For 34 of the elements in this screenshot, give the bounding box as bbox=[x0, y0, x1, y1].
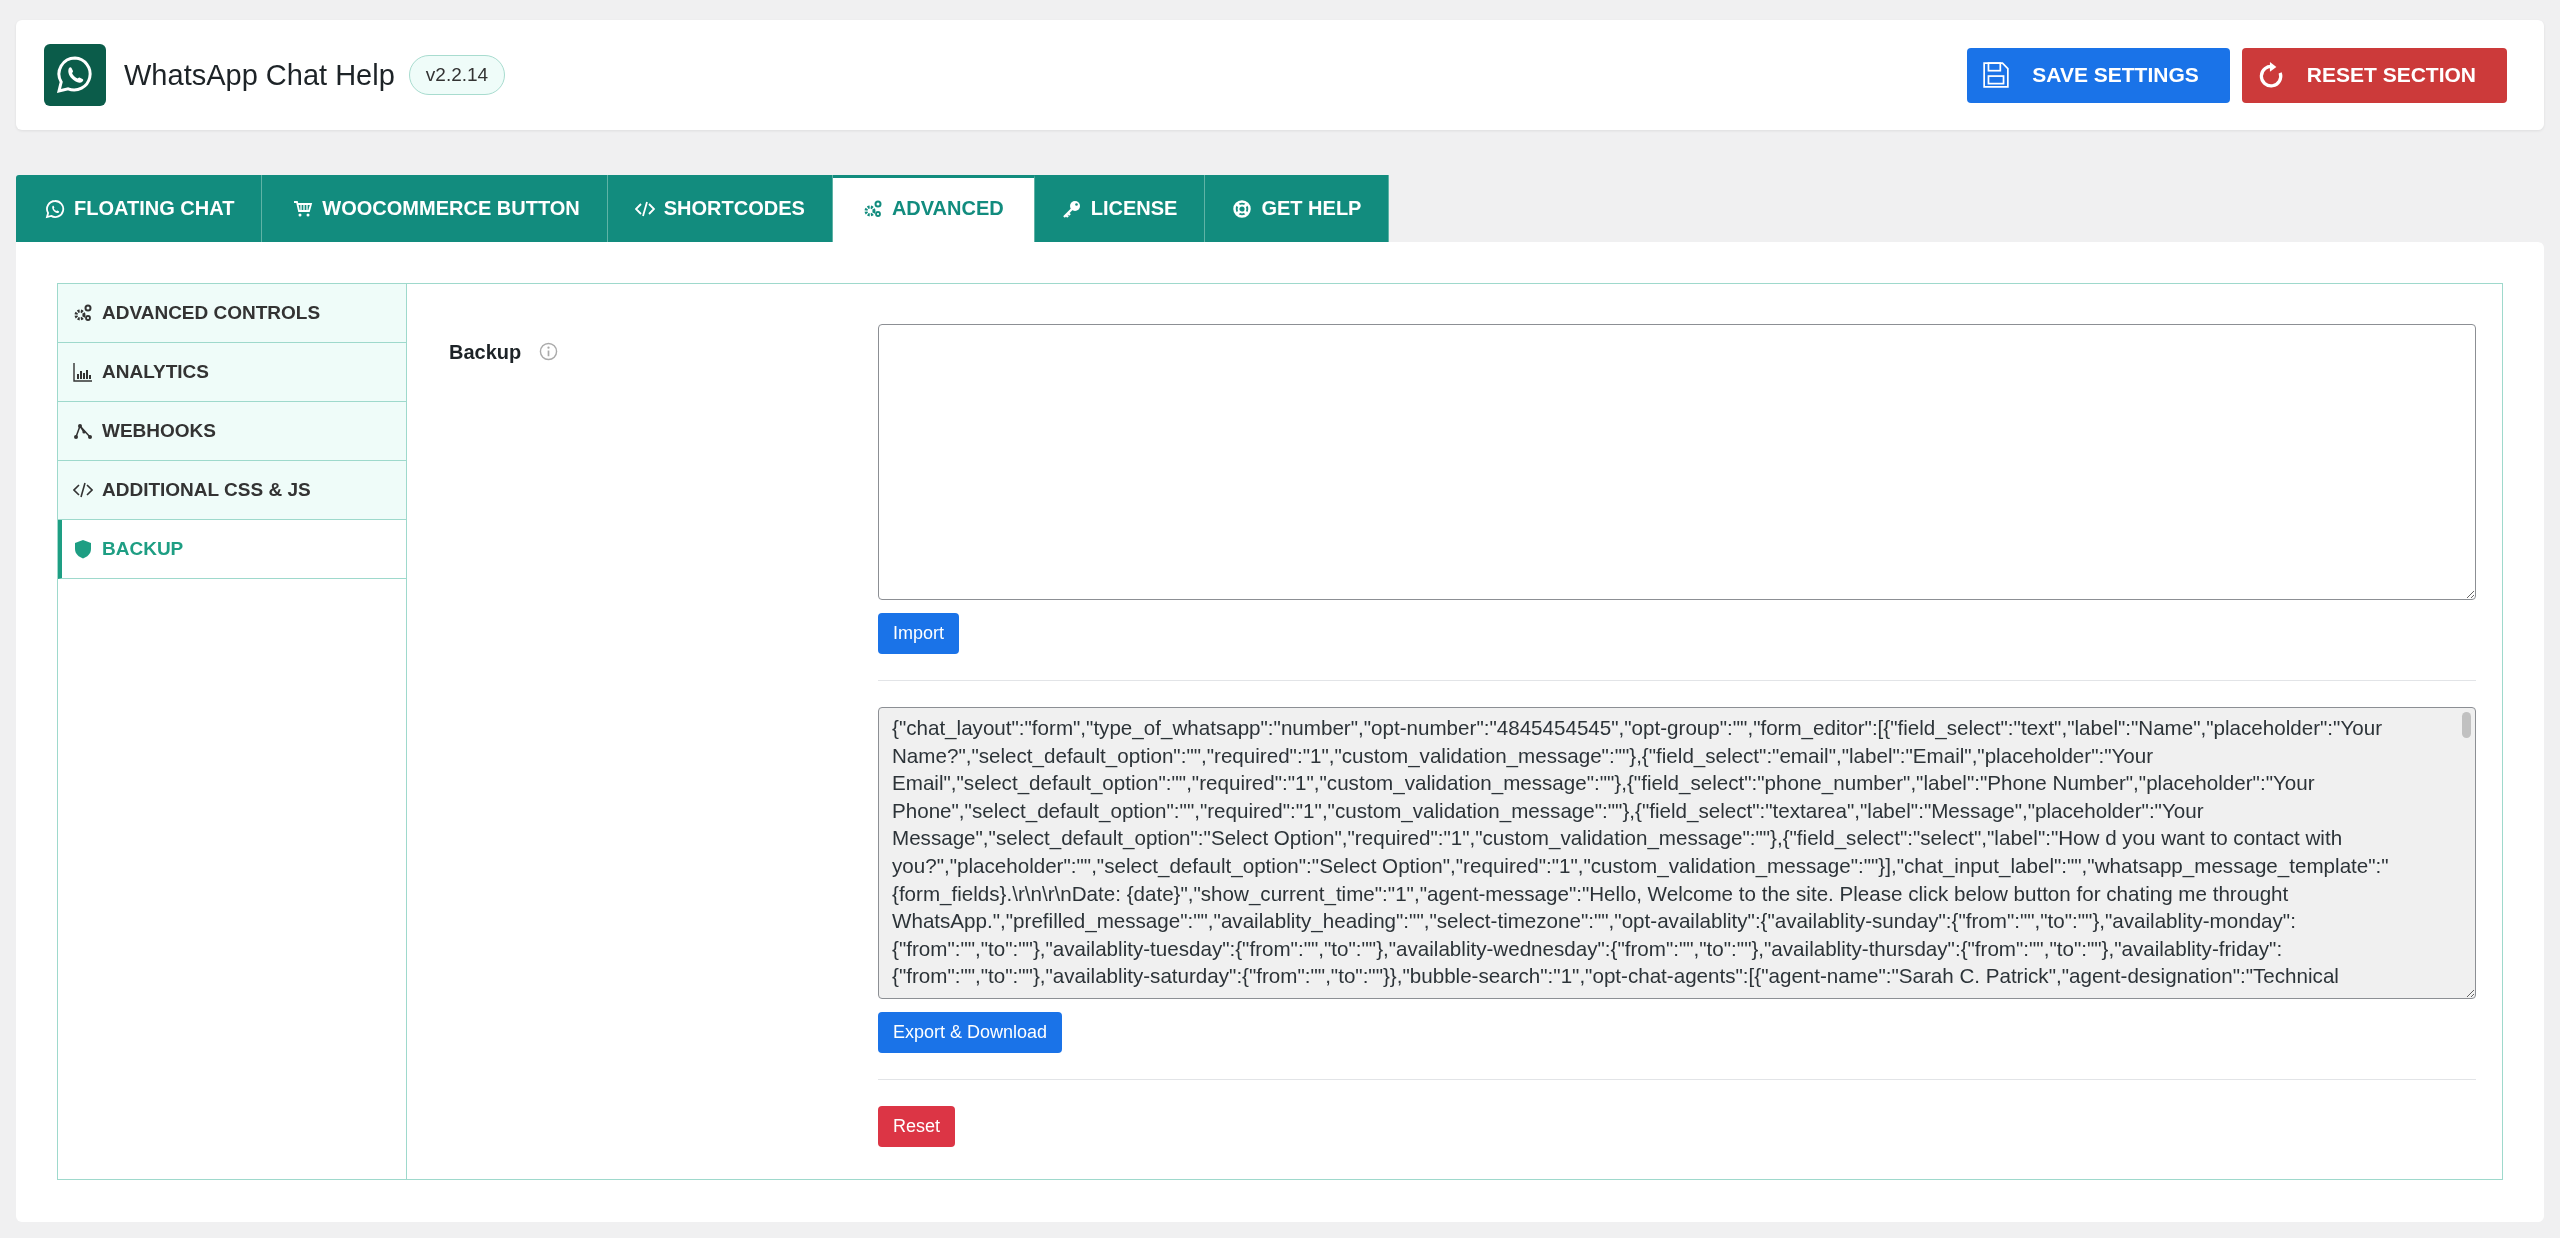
sidebar-item[interactable]: BACKUP bbox=[58, 520, 406, 579]
sidebar-item[interactable]: ADDITIONAL CSS & JS bbox=[58, 461, 406, 520]
tab[interactable]: FLOATING CHAT bbox=[16, 175, 263, 242]
reset-section-button[interactable]: RESET SECTION bbox=[2241, 47, 2507, 103]
nodes-icon bbox=[73, 421, 93, 441]
gears-icon bbox=[73, 303, 93, 323]
tab[interactable]: WOOCOMMERCE BUTTON bbox=[262, 175, 608, 242]
tab[interactable]: LICENSE bbox=[1034, 175, 1206, 242]
scrollbar-thumb[interactable] bbox=[2462, 712, 2471, 738]
version-badge: v2.2.14 bbox=[408, 55, 506, 95]
sidebar-item[interactable]: ADVANCED CONTROLS bbox=[58, 284, 406, 343]
tab[interactable]: ADVANCED bbox=[832, 175, 1035, 242]
tab[interactable]: GET HELP bbox=[1205, 175, 1390, 242]
shield-icon bbox=[73, 539, 93, 559]
tab[interactable]: SHORTCODES bbox=[607, 175, 833, 242]
import-button[interactable]: Import bbox=[878, 613, 959, 654]
app-title: WhatsApp Chat Help bbox=[124, 58, 395, 92]
sidebar-item[interactable]: ANALYTICS bbox=[58, 343, 406, 402]
whatsapp-icon bbox=[45, 198, 65, 219]
info-icon bbox=[539, 342, 559, 361]
cart-icon bbox=[293, 198, 314, 219]
sidebar-item[interactable]: WEBHOOKS bbox=[58, 402, 406, 461]
export-field[interactable]: {"chat_layout":"form","type_of_whatsapp":"number","opt-number":"4845454545","opt-group":"","form_editor":[{"field_select":"text","label":"Name","placeholder":"Your Name?","select_default_option":"","required":"1","custom_validation_message":""},{"field_select":"email","label":"Email","placeholder":"Your Email","select_default_option":"","required":"1","custom_validation_message":""},{"field_select":"phone_number","label":"Phone Number","placeholder":"Your Phone","select_default_option":"","required":"1","custom_validation_message":""},{"field_select":"textarea","label":"Message","placeholder":"Your Message","select_default_option":"Select Option","required":"1","custom_validation_message":""},{"field_select":"select","label":"How d you want to contact with you?","placeholder":"","select_default_option":"Select Option","required":"1","custom_validation_message":""}],"chat_input_label":"","whatsapp_message_template":" {form_fields}.\r\n\r\nDate: {date}","show_current_time":"1","agent-message":"Hello, Welcome to the site. Please click below button for chating me throught WhatsApp.","prefilled_message":"","availablity_heading":"","select-timezone":"","opt-availablity":{"availablity-sunday":{"from":"","to":""},"availablity-monday": {"from":"","to":""},"availablity-tuesday":{"from":"","to":""},"availablity-wednesday":{"from":"","to":""},"availablity-thursday":{"from":"","to":""},"availablity-friday": {"from":"","to":""},"availablity-saturday":{"from":"","to":""}},"bubble-search":"1","opt-chat-agents":[{"agent-name":"Sarah C. Patrick","agent-designation":"Technical bbox=[878, 707, 2476, 999]
key-icon bbox=[1061, 198, 1082, 219]
reset-button[interactable]: Reset bbox=[878, 1106, 956, 1147]
export-download-button[interactable]: Export & Download bbox=[878, 1012, 1063, 1053]
gears-icon bbox=[862, 198, 883, 219]
lifebuoy-icon bbox=[1232, 198, 1253, 219]
backup-label: Backup bbox=[449, 342, 522, 362]
save-settings-button[interactable]: SAVE SETTINGS bbox=[1967, 47, 2230, 103]
code-icon bbox=[73, 480, 93, 500]
import-field[interactable] bbox=[878, 324, 2476, 600]
bar-chart-icon bbox=[73, 362, 93, 382]
whatsapp-logo-icon bbox=[44, 44, 106, 106]
